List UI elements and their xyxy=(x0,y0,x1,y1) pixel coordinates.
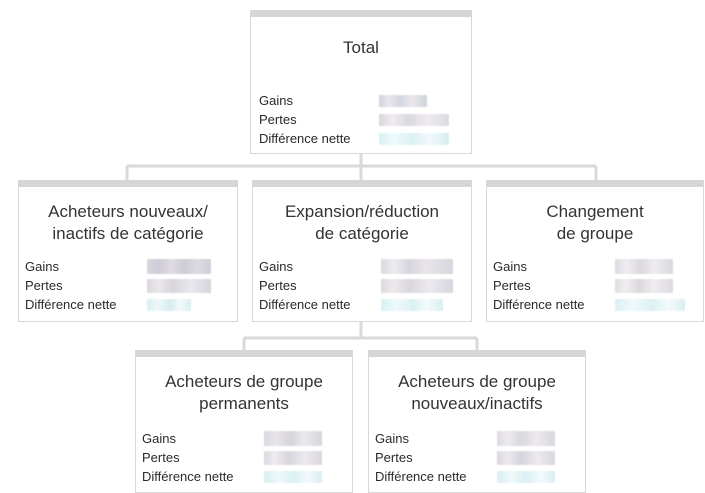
losses-value-redacted xyxy=(497,450,555,465)
gains-row: Gains xyxy=(375,429,555,448)
net-difference-row: Différence nette xyxy=(259,129,449,148)
group-change-card: Changement de groupe Gains Pertes Différ… xyxy=(486,180,704,322)
gains-value-redacted xyxy=(381,259,453,274)
category-expansion-reduction-card: Expansion/réduction de catégorie Gains P… xyxy=(252,180,472,322)
losses-label: Pertes xyxy=(25,278,63,293)
net-difference-row: Différence nette xyxy=(259,295,453,314)
net-difference-value-redacted xyxy=(381,298,443,311)
gains-value-redacted xyxy=(147,259,211,274)
gains-label: Gains xyxy=(142,431,176,446)
net-difference-value-redacted xyxy=(379,132,449,145)
losses-row: Pertes xyxy=(259,110,449,129)
losses-row: Pertes xyxy=(142,448,322,467)
net-difference-label: Différence nette xyxy=(259,131,351,146)
new-inactive-category-buyers-card: Acheteurs nouveaux/ inactifs de catégori… xyxy=(18,180,238,322)
new-inactive-group-buyers-title: Acheteurs de groupe nouveaux/inactifs xyxy=(398,372,556,413)
gains-value-redacted xyxy=(615,259,673,274)
losses-row: Pertes xyxy=(375,448,555,467)
gains-row: Gains xyxy=(493,257,685,276)
losses-value-redacted xyxy=(615,278,673,293)
gains-label: Gains xyxy=(259,259,293,274)
net-difference-value-redacted xyxy=(147,298,191,311)
gains-value-redacted xyxy=(497,431,555,446)
total-metrics: Gains Pertes Différence nette xyxy=(259,91,449,148)
total-card: Total Gains Pertes Différence nette xyxy=(250,10,472,154)
losses-row: Pertes xyxy=(259,276,453,295)
losses-label: Pertes xyxy=(142,450,180,465)
losses-value-redacted xyxy=(264,450,322,465)
group-change-title: Changement de groupe xyxy=(546,202,644,243)
category-expansion-reduction-metrics: Gains Pertes Différence nette xyxy=(259,257,453,314)
total-title: Total xyxy=(343,38,379,57)
net-difference-value-redacted xyxy=(264,470,322,483)
net-difference-row: Différence nette xyxy=(375,467,555,486)
category-expansion-reduction-title: Expansion/réduction de catégorie xyxy=(284,202,440,243)
gains-value-redacted xyxy=(264,431,322,446)
net-difference-row: Différence nette xyxy=(25,295,211,314)
new-inactive-category-buyers-title: Acheteurs nouveaux/ inactifs de catégori… xyxy=(48,202,208,243)
net-difference-label: Différence nette xyxy=(259,297,351,312)
gains-label: Gains xyxy=(493,259,527,274)
losses-label: Pertes xyxy=(259,278,297,293)
net-difference-row: Différence nette xyxy=(493,295,685,314)
net-difference-label: Différence nette xyxy=(25,297,117,312)
gains-label: Gains xyxy=(375,431,409,446)
losses-row: Pertes xyxy=(25,276,211,295)
gains-label: Gains xyxy=(25,259,59,274)
net-difference-label: Différence nette xyxy=(493,297,585,312)
permanent-group-buyers-title: Acheteurs de groupe permanents xyxy=(165,372,323,413)
net-difference-label: Différence nette xyxy=(375,469,467,484)
gains-row: Gains xyxy=(259,257,453,276)
losses-value-redacted xyxy=(379,113,449,126)
losses-label: Pertes xyxy=(259,112,297,127)
net-difference-label: Différence nette xyxy=(142,469,234,484)
gains-value-redacted xyxy=(379,94,427,107)
new-inactive-group-buyers-metrics: Gains Pertes Différence nette xyxy=(375,429,555,486)
gains-row: Gains xyxy=(142,429,322,448)
net-difference-value-redacted xyxy=(615,298,685,311)
net-difference-value-redacted xyxy=(497,470,555,483)
new-inactive-group-buyers-card: Acheteurs de groupe nouveaux/inactifs Ga… xyxy=(368,350,586,493)
losses-label: Pertes xyxy=(493,278,531,293)
group-change-metrics: Gains Pertes Différence nette xyxy=(493,257,685,314)
permanent-group-buyers-metrics: Gains Pertes Différence nette xyxy=(142,429,322,486)
gains-label: Gains xyxy=(259,93,293,108)
losses-label: Pertes xyxy=(375,450,413,465)
gains-row: Gains xyxy=(25,257,211,276)
new-inactive-category-buyers-metrics: Gains Pertes Différence nette xyxy=(25,257,211,314)
losses-row: Pertes xyxy=(493,276,685,295)
gains-row: Gains xyxy=(259,91,449,110)
permanent-group-buyers-card: Acheteurs de groupe permanents Gains Per… xyxy=(135,350,353,493)
losses-value-redacted xyxy=(381,278,453,293)
net-difference-row: Différence nette xyxy=(142,467,322,486)
losses-value-redacted xyxy=(147,278,211,293)
